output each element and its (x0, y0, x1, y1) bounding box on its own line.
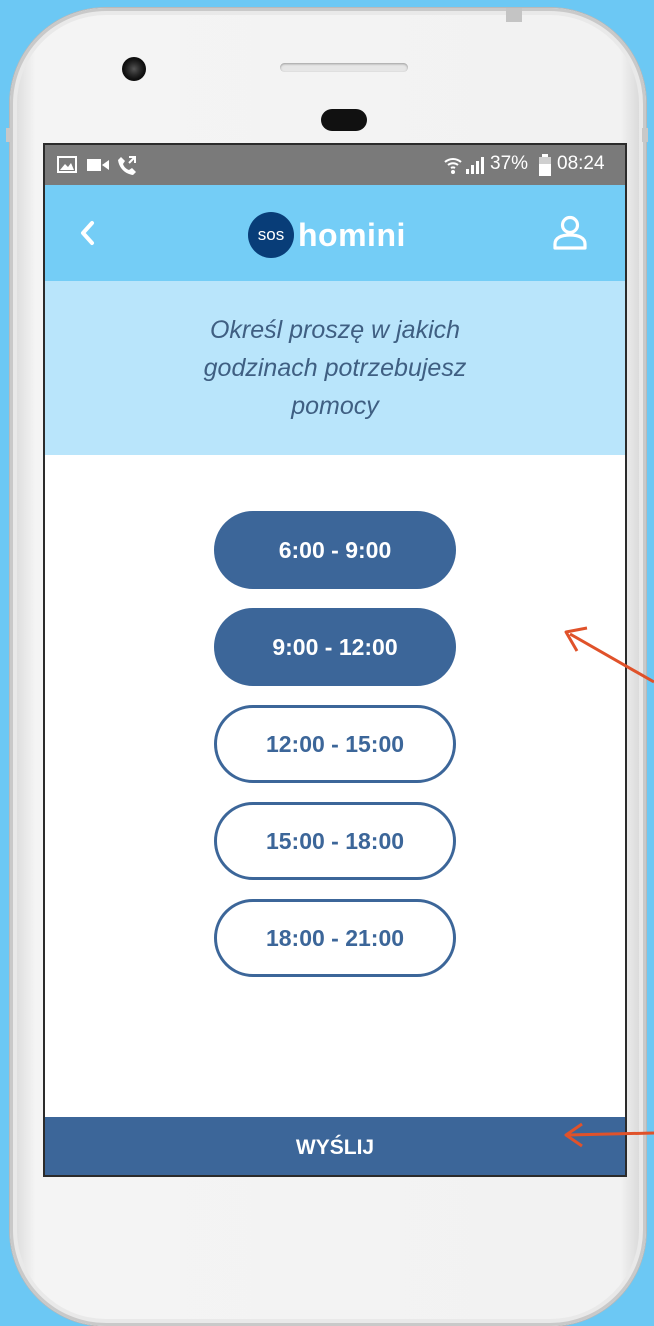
logo-badge: sos (248, 212, 294, 258)
time-slot-12-15[interactable]: 12:00 - 15:00 (214, 705, 456, 783)
wifi-icon (444, 158, 462, 174)
time-slot-9-12[interactable]: 9:00 - 12:00 (214, 608, 456, 686)
app-logo: sos homini (248, 212, 406, 258)
time-slot-label: 9:00 - 12:00 (272, 633, 398, 660)
app-header: sos homini (45, 185, 625, 281)
time-slot-label: 15:00 - 18:00 (265, 827, 405, 854)
instruction-text: Określ proszę w jakich godzinach potrzeb… (203, 316, 467, 420)
video-icon (87, 159, 109, 171)
logo-wordmark: homini (298, 216, 406, 253)
front-camera (122, 57, 146, 81)
user-icon (553, 215, 587, 250)
time-slot-label: 6:00 - 9:00 (278, 536, 392, 563)
phone-side-mark (6, 128, 12, 142)
speaker-grille (280, 63, 408, 72)
phone-side-mark-right (642, 128, 648, 142)
profile-button[interactable] (550, 213, 590, 253)
image-icon (57, 156, 77, 173)
send-button-label: WYŚLIJ (295, 1136, 375, 1159)
battery-icon (539, 154, 551, 176)
signal-icon (466, 157, 484, 174)
back-button[interactable] (73, 215, 103, 251)
battery-percent: 37% (490, 153, 529, 174)
time-slot-label: 18:00 - 21:00 (265, 924, 405, 951)
instruction-banner: Określ proszę w jakich godzinach potrzeb… (45, 281, 625, 455)
time-slot-label: 12:00 - 15:00 (265, 730, 405, 757)
chevron-left-icon (81, 221, 94, 245)
time-slot-18-21[interactable]: 18:00 - 21:00 (214, 899, 456, 977)
time-slot-15-18[interactable]: 15:00 - 18:00 (214, 802, 456, 880)
send-button[interactable]: WYŚLIJ (45, 1117, 625, 1175)
status-time: 08:24 (557, 153, 605, 174)
time-slot-6-9[interactable]: 6:00 - 9:00 (214, 511, 456, 589)
status-bar: 37% 08:24 (45, 145, 625, 185)
call-icon (118, 156, 136, 175)
time-slot-list: 6:00 - 9:00 9:00 - 12:00 12:00 - 15:00 1… (45, 455, 625, 1117)
app-screen: 37% 08:24 sos homini Określ proszę w jak… (43, 143, 627, 1177)
phone-top-button (506, 8, 522, 22)
earpiece (321, 109, 367, 131)
